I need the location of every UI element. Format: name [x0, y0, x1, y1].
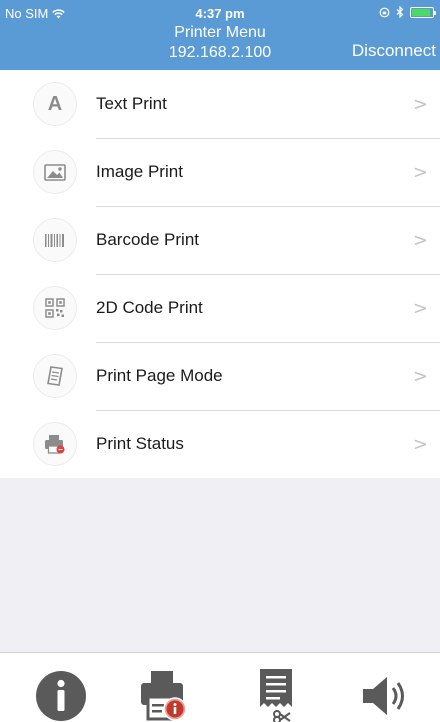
page-icon [33, 354, 77, 398]
chevron-right-icon: > [412, 297, 428, 319]
receipt-cut-icon [260, 669, 292, 722]
chevron-right-icon: > [412, 93, 428, 115]
menu-item-label: Print Status [96, 434, 184, 453]
chevron-right-icon: > [412, 229, 428, 251]
tab-info[interactable] [31, 669, 91, 722]
menu-item-label: Image Print [96, 162, 183, 181]
nav-header: No SIM 4:37 pm Printer Menu 192.168.2.10… [0, 0, 440, 70]
chevron-right-icon: > [412, 365, 428, 387]
text-a-icon: A [33, 82, 77, 126]
menu-item-label: Text Print [96, 94, 167, 113]
chevron-right-icon: > [412, 433, 428, 455]
menu-item-print-status[interactable]: Print Status > [0, 410, 440, 478]
chevron-right-icon: > [412, 161, 428, 183]
qr-code-icon [33, 286, 77, 330]
menu-item-print-page-mode[interactable]: Print Page Mode > [0, 342, 440, 410]
menu-item-label: Barcode Print [96, 230, 199, 249]
tab-receipt-cut[interactable] [246, 669, 306, 722]
tab-sound[interactable] [352, 669, 412, 722]
status-indicators [379, 6, 436, 18]
battery-level [412, 8, 431, 16]
printer-menu-list: A Text Print > Image Print > Barcode Pri… [0, 70, 440, 478]
disconnect-button[interactable]: Disconnect [352, 41, 436, 61]
status-time: 4:37 pm [195, 6, 245, 21]
menu-item-text-print[interactable]: A Text Print > [0, 70, 440, 138]
barcode-icon [33, 218, 77, 262]
printer-info-icon [141, 671, 187, 721]
menu-item-label: Print Page Mode [96, 366, 223, 385]
orientation-lock-icon [379, 7, 390, 17]
menu-item-image-print[interactable]: Image Print > [0, 138, 440, 206]
speaker-icon [363, 677, 404, 715]
bottom-toolbar [0, 652, 440, 722]
battery-icon [410, 6, 436, 18]
tab-printer-info[interactable] [132, 669, 192, 722]
image-icon [33, 150, 77, 194]
info-icon [36, 671, 86, 721]
printer-status-icon [33, 422, 77, 466]
menu-item-2d-code-print[interactable]: 2D Code Print > [0, 274, 440, 342]
menu-item-barcode-print[interactable]: Barcode Print > [0, 206, 440, 274]
page-title: Printer Menu [174, 24, 266, 41]
menu-item-label: 2D Code Print [96, 298, 203, 317]
bluetooth-icon [396, 6, 404, 18]
